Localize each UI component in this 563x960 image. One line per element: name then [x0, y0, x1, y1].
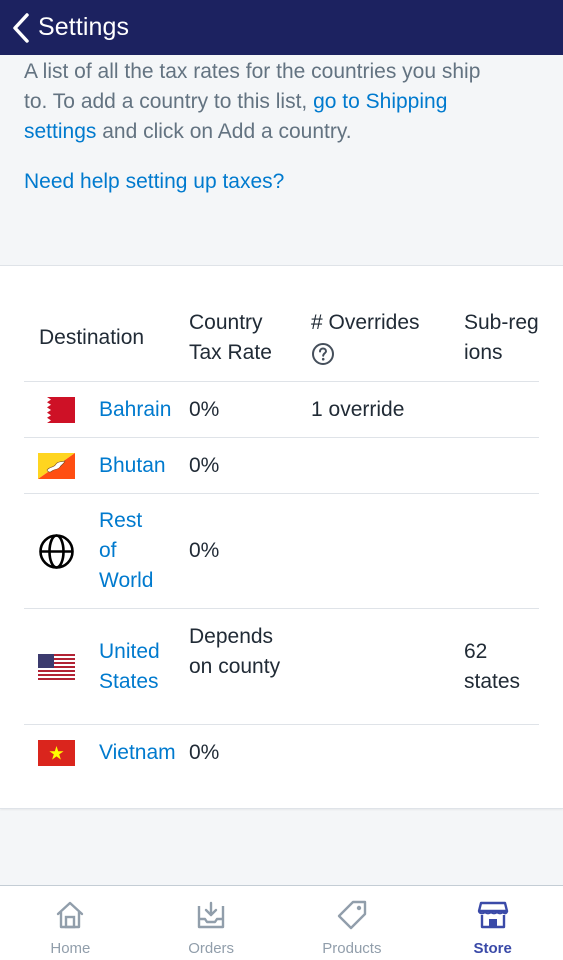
subregions-count: 62 states — [464, 640, 521, 693]
country-link[interactable]: Vietnam — [99, 738, 176, 768]
back-label: Settings — [38, 13, 130, 41]
tab-store-label: Store — [473, 940, 512, 957]
country-tax-rate: 0% — [189, 398, 220, 421]
bottom-tab-bar: Home Orders Products Store — [0, 885, 563, 960]
table-row[interactable]: Bahrain 0% 1 override — [24, 382, 539, 438]
table-row[interactable]: Vietnam 0% — [24, 725, 539, 781]
header-overrides: # Overrides — [311, 308, 441, 366]
back-button[interactable]: Settings — [0, 0, 129, 55]
help-question-icon[interactable] — [311, 342, 335, 366]
tab-orders[interactable]: Orders — [141, 886, 282, 960]
overrides-count: 1 override — [311, 398, 405, 421]
table-row[interactable]: Bhutan 0% — [24, 438, 539, 494]
header-subregions-label: Sub-regions — [464, 311, 539, 364]
chevron-left-icon — [13, 12, 29, 43]
intro-description: A list of all the tax rates for the coun… — [24, 57, 494, 147]
bhutan-flag-icon — [38, 453, 75, 479]
header-destination: Destination — [39, 326, 145, 349]
header-country-tax-rate: Country Tax Rate — [189, 311, 272, 364]
table-header: Destination Country Tax Rate # Overrides… — [24, 306, 539, 382]
table-row[interactable]: United States Depends on county 62 state… — [24, 609, 539, 725]
tab-orders-label: Orders — [188, 940, 235, 957]
united-states-flag-icon — [38, 654, 75, 680]
tax-rates-card: Destination Country Tax Rate # Overrides… — [0, 265, 563, 809]
country-tax-rate: 0% — [189, 454, 220, 477]
vietnam-flag-icon — [38, 740, 75, 766]
top-nav-bar: Settings — [0, 0, 563, 55]
orders-inbox-icon — [197, 901, 225, 929]
country-link[interactable]: United States — [99, 637, 179, 697]
country-tax-rate: 0% — [189, 741, 220, 764]
globe-icon — [39, 534, 74, 569]
store-icon — [477, 901, 508, 929]
table-row[interactable]: Rest of World 0% — [24, 494, 539, 609]
country-tax-rate: 0% — [189, 539, 220, 562]
bahrain-flag-icon — [38, 397, 75, 423]
country-tax-rate: Depends on county — [189, 625, 281, 678]
country-link[interactable]: Bahrain — [99, 395, 171, 425]
tab-products[interactable]: Products — [282, 886, 423, 960]
tab-store[interactable]: Store — [422, 886, 563, 960]
country-link[interactable]: Rest of World — [99, 506, 161, 596]
tab-home[interactable]: Home — [0, 886, 141, 960]
intro-section: A list of all the tax rates for the coun… — [0, 55, 563, 265]
help-taxes-link[interactable]: Need help setting up taxes? — [24, 167, 539, 197]
header-subregions: Sub-regions — [464, 308, 544, 368]
intro-text-after: and click on Add a country. — [96, 120, 352, 143]
tab-home-label: Home — [50, 940, 91, 957]
header-overrides-label: # Overrides — [311, 311, 420, 334]
home-icon — [57, 901, 84, 929]
tab-products-label: Products — [322, 940, 382, 957]
country-link[interactable]: Bhutan — [99, 451, 166, 481]
products-tag-icon — [337, 900, 367, 930]
